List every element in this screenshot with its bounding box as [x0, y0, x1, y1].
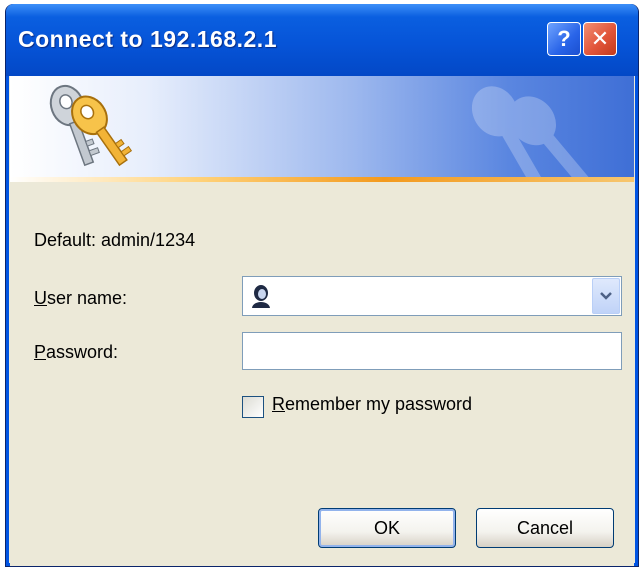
remember-password-label[interactable]: Remember my password [272, 394, 472, 415]
username-label: User name: [34, 288, 128, 308]
username-dropdown-button[interactable] [592, 278, 620, 314]
keys-watermark-icon [471, 86, 590, 180]
help-button[interactable]: ? [547, 22, 581, 56]
chevron-down-icon [600, 292, 612, 300]
dialog-banner [10, 76, 634, 182]
title-bar[interactable]: Connect to 192.168.2.1 ? ✕ [6, 4, 638, 76]
login-dialog: Connect to 192.168.2.1 ? ✕ Default: admi… [5, 4, 639, 567]
dialog-body: Default: admin/1234 User name: Password:… [10, 182, 634, 566]
default-credentials-text: Default: admin/1234 [34, 230, 196, 250]
keys-icon [49, 84, 133, 167]
password-field[interactable] [242, 332, 622, 370]
remember-password-checkbox[interactable] [242, 396, 264, 418]
ok-button[interactable]: OK [318, 508, 456, 548]
close-button[interactable]: ✕ [583, 22, 617, 56]
cancel-button[interactable]: Cancel [476, 508, 614, 548]
username-combobox[interactable] [242, 276, 622, 316]
close-icon: ✕ [590, 26, 610, 51]
help-icon: ? [557, 26, 571, 51]
user-icon [252, 285, 270, 308]
window-title: Connect to 192.168.2.1 [18, 26, 277, 52]
password-label: Password: [34, 342, 119, 362]
